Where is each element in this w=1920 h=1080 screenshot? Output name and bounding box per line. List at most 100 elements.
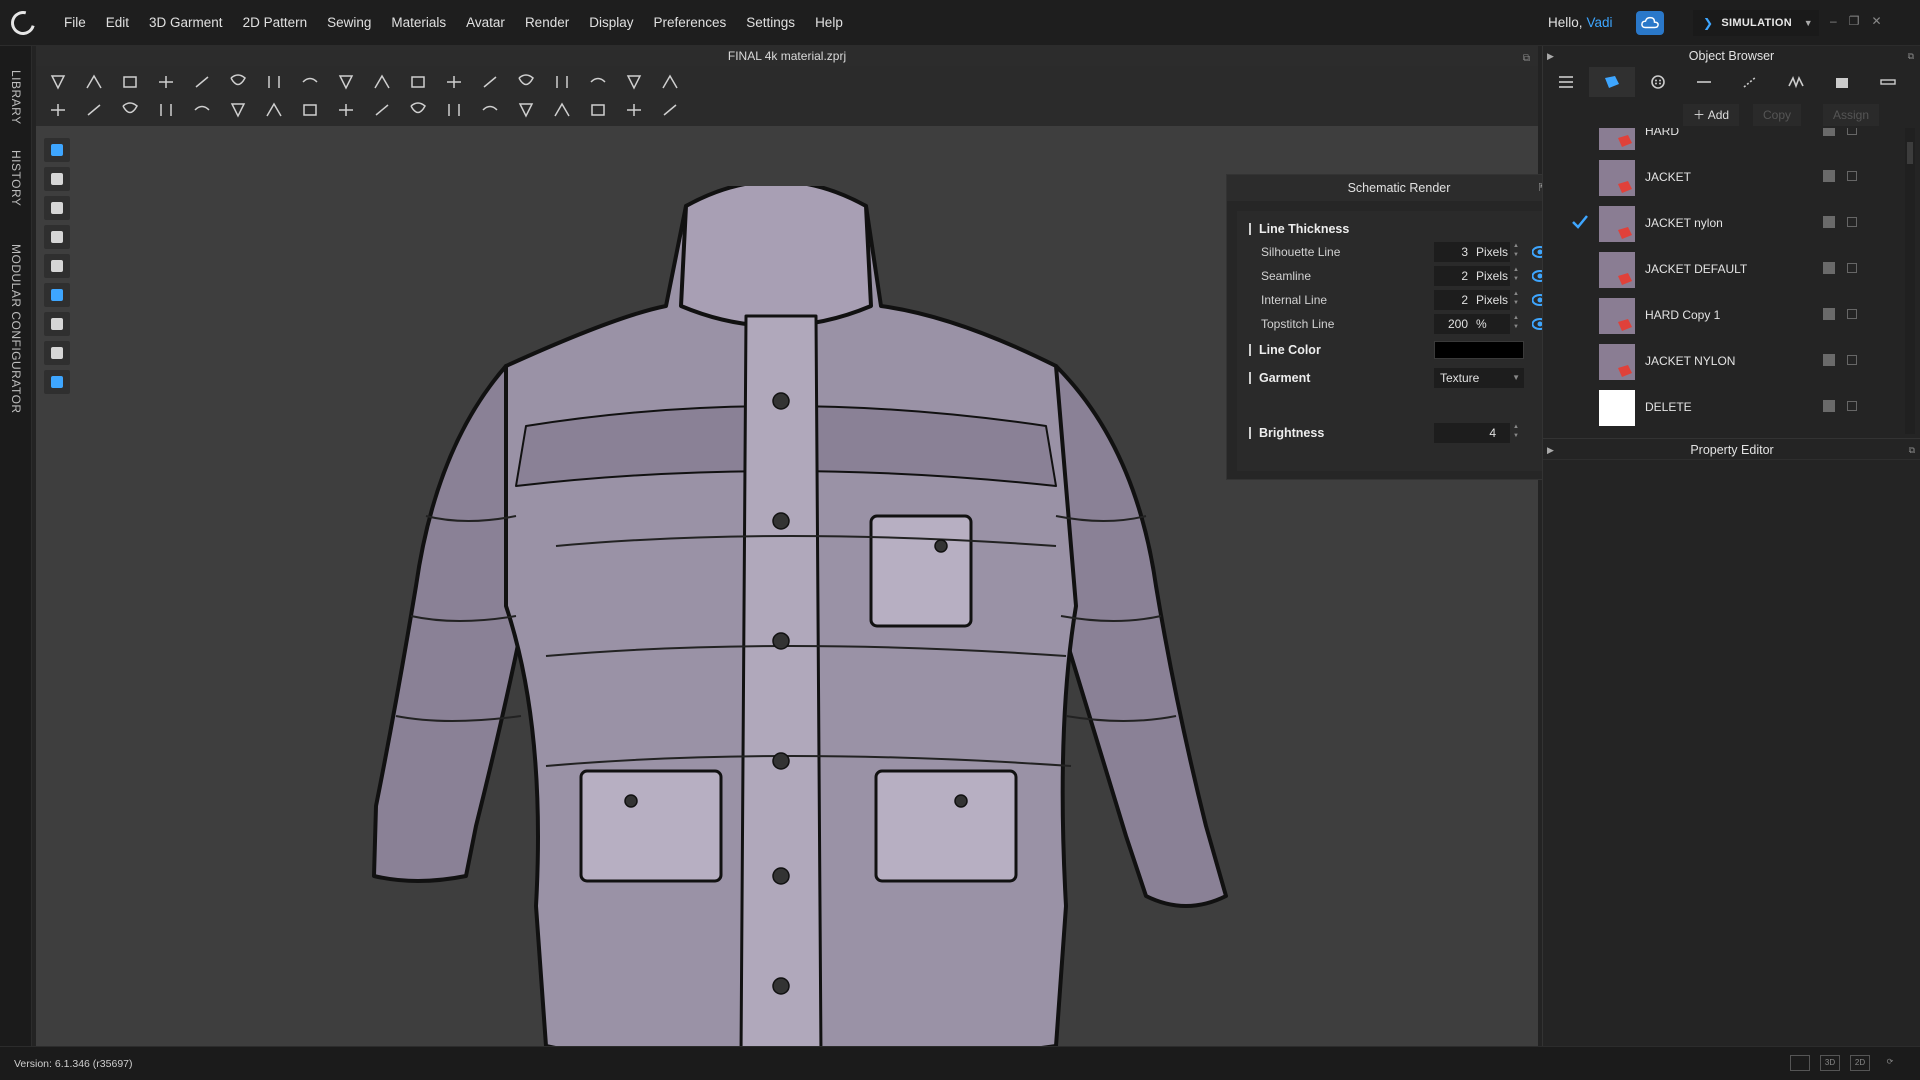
- brightness-field[interactable]: 4: [1434, 423, 1510, 443]
- popout-icon[interactable]: ⧉: [1909, 439, 1915, 461]
- collapse-arrow-icon[interactable]: ▶: [1547, 439, 1554, 461]
- puckering-icon[interactable]: [476, 98, 504, 122]
- assign-icon[interactable]: [1823, 262, 1835, 274]
- tab-graphic[interactable]: [1819, 67, 1865, 97]
- garment-select[interactable]: Texture ▼: [1434, 368, 1524, 388]
- restore-icon[interactable]: ❐: [1849, 14, 1860, 28]
- assign-icon[interactable]: [1823, 128, 1835, 136]
- line-color-swatch[interactable]: [1434, 341, 1524, 359]
- menu-help[interactable]: Help: [805, 15, 853, 30]
- copy-button[interactable]: Copy: [1753, 104, 1802, 126]
- seamline-stepper[interactable]: ▲ ▼: [1512, 266, 1520, 286]
- piping-icon[interactable]: [332, 98, 360, 122]
- snap-icon[interactable]: [440, 98, 468, 122]
- zipper-icon[interactable]: [296, 98, 324, 122]
- list-item[interactable]: HARD: [1543, 128, 1903, 154]
- tab-trim[interactable]: [1773, 67, 1819, 97]
- tab-fabric[interactable]: [1589, 67, 1635, 97]
- lock-icon[interactable]: [1847, 309, 1857, 319]
- tab-zipper[interactable]: [1727, 67, 1773, 97]
- 3d-viewport[interactable]: FINAL 4k material.zprj ⧉ Schematic Rende…: [36, 46, 1572, 1066]
- lock-icon[interactable]: [1847, 217, 1857, 227]
- brush-icon[interactable]: [368, 70, 396, 94]
- menu-settings[interactable]: Settings: [736, 15, 805, 30]
- shrink-icon[interactable]: [440, 70, 468, 94]
- menu-2d-pattern[interactable]: 2D Pattern: [233, 15, 318, 30]
- tab-modular-configurator[interactable]: MODULAR CONFIGURATOR: [9, 244, 23, 414]
- tab-history[interactable]: HISTORY: [9, 150, 23, 206]
- menu-preferences[interactable]: Preferences: [643, 15, 736, 30]
- internal-line-icon[interactable]: [116, 98, 144, 122]
- mannequin-icon[interactable]: [44, 341, 70, 365]
- list-item[interactable]: JACKET nylon: [1543, 200, 1903, 246]
- tab-library[interactable]: LIBRARY: [9, 70, 23, 125]
- cut-line-icon[interactable]: [332, 70, 360, 94]
- layout-single-icon[interactable]: [1790, 1055, 1810, 1071]
- strengthen-icon[interactable]: [224, 70, 252, 94]
- scrollbar-thumb[interactable]: [1907, 142, 1913, 164]
- menu-edit[interactable]: Edit: [96, 15, 139, 30]
- assign-icon[interactable]: [1823, 170, 1835, 182]
- move-avatar-icon[interactable]: [80, 70, 108, 94]
- transform-icon[interactable]: [44, 98, 72, 122]
- tab-topstitch[interactable]: [1681, 67, 1727, 97]
- fabric-layer-icon[interactable]: [44, 283, 70, 307]
- topstitch-line-field[interactable]: 200%: [1434, 314, 1510, 334]
- superimpose-icon[interactable]: [260, 70, 288, 94]
- seamline-field[interactable]: 2 Pixels: [1434, 266, 1510, 286]
- fold-arrangement-icon[interactable]: [152, 70, 180, 94]
- section-brightness[interactable]: Brightness: [1249, 427, 1324, 439]
- lock-icon[interactable]: [1847, 171, 1857, 181]
- avatar-pose-icon[interactable]: [44, 225, 70, 249]
- deform-icon[interactable]: [476, 70, 504, 94]
- assign-icon[interactable]: [1823, 216, 1835, 228]
- assign-icon[interactable]: [1823, 354, 1835, 366]
- seam-tape-icon[interactable]: [224, 98, 252, 122]
- view-2d-icon[interactable]: 2D: [1850, 1055, 1870, 1071]
- list-item[interactable]: JACKET NYLON: [1543, 338, 1903, 384]
- assign-icon[interactable]: [1823, 308, 1835, 320]
- assign-icon[interactable]: [1823, 400, 1835, 412]
- trace-icon[interactable]: [152, 98, 180, 122]
- menu-avatar[interactable]: Avatar: [456, 15, 515, 30]
- popout-icon[interactable]: ⧉: [1908, 46, 1914, 66]
- globe-icon[interactable]: [44, 370, 70, 394]
- tab-button[interactable]: [1635, 67, 1681, 97]
- tack-icon[interactable]: [188, 70, 216, 94]
- topstitch-line-stepper[interactable]: ▲ ▼: [1512, 314, 1520, 334]
- lock-icon[interactable]: [1847, 263, 1857, 273]
- internal-line-stepper[interactable]: ▲ ▼: [1512, 290, 1520, 310]
- menu-file[interactable]: File: [54, 15, 96, 30]
- lock-icon[interactable]: [1847, 128, 1857, 135]
- mode-selector[interactable]: ❯ SIMULATION ▼: [1693, 10, 1819, 36]
- cloth-piece-icon[interactable]: [44, 312, 70, 336]
- list-item[interactable]: JACKET: [1543, 154, 1903, 200]
- refresh-icon[interactable]: ⟳: [1880, 1055, 1900, 1071]
- silhouette-line-field[interactable]: 3 Pixels: [1434, 242, 1510, 262]
- user-name[interactable]: Vadi: [1587, 15, 1613, 30]
- fit-garment-icon[interactable]: [116, 70, 144, 94]
- list-item[interactable]: JACKET DEFAULT: [1543, 246, 1903, 292]
- lock-icon[interactable]: [1847, 355, 1857, 365]
- tab-measure[interactable]: [1865, 67, 1911, 97]
- graphic-icon[interactable]: [584, 98, 612, 122]
- app-logo[interactable]: [0, 0, 46, 46]
- menu-display[interactable]: Display: [579, 15, 643, 30]
- cloud-sync-button[interactable]: [1636, 11, 1664, 35]
- menu-render[interactable]: Render: [515, 15, 579, 30]
- object-browser-scrollbar[interactable]: [1905, 128, 1915, 434]
- flatten-icon[interactable]: [296, 70, 324, 94]
- garment-render[interactable]: [356, 186, 1256, 1066]
- section-line-color[interactable]: Line Color: [1249, 344, 1321, 356]
- trim-icon[interactable]: [512, 98, 540, 122]
- internal-polygon-icon[interactable]: [188, 98, 216, 122]
- texture-icon[interactable]: [620, 98, 648, 122]
- lock-icon[interactable]: [1847, 401, 1857, 411]
- fold-icon[interactable]: [548, 98, 576, 122]
- close-icon[interactable]: ✕: [1871, 14, 1881, 28]
- section-garment[interactable]: Garment: [1249, 372, 1310, 384]
- internal-line-field[interactable]: 2 Pixels: [1434, 290, 1510, 310]
- collapse-arrow-icon[interactable]: ▶: [1547, 46, 1554, 66]
- button-icon[interactable]: [368, 98, 396, 122]
- add-button[interactable]: ＋ Add: [1683, 104, 1740, 126]
